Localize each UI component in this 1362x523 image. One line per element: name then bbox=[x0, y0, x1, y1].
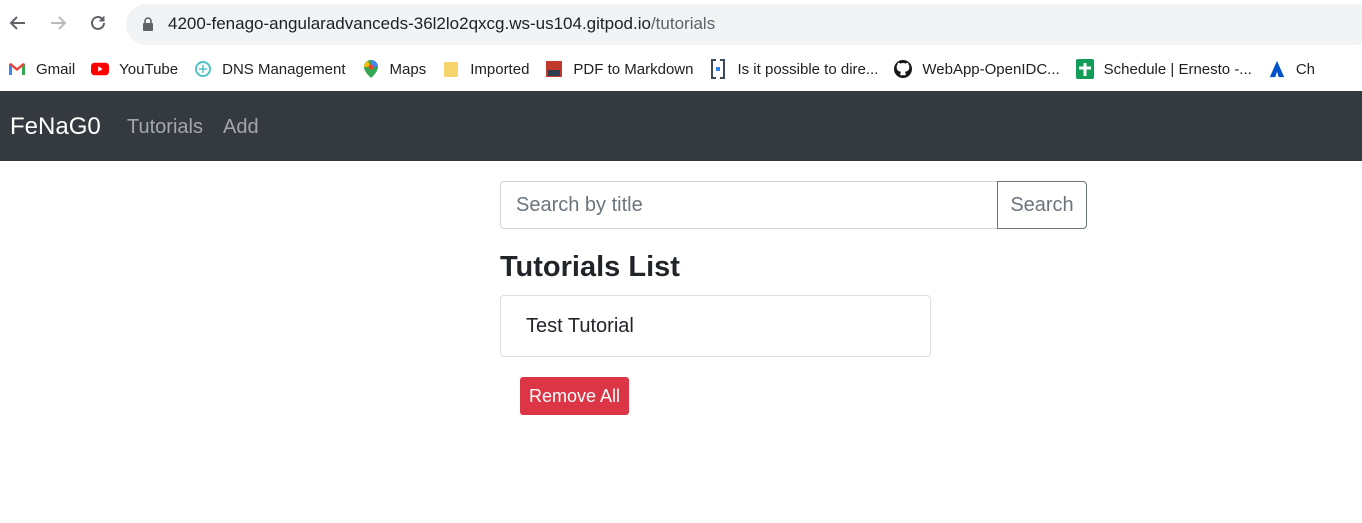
reload-icon bbox=[91, 15, 105, 30]
search-button[interactable]: Search bbox=[997, 181, 1087, 229]
youtube-icon bbox=[91, 60, 110, 78]
lock-icon bbox=[143, 17, 153, 31]
bookmark-label: Imported bbox=[470, 60, 530, 78]
arrow-left-icon bbox=[9, 16, 25, 30]
dns-icon bbox=[194, 60, 212, 78]
gmail-icon bbox=[8, 60, 26, 78]
url-text: 4200-fenago-angularadvanceds-36l2lo2qxcg… bbox=[168, 14, 715, 34]
bookmark-pdf-to-markdown[interactable]: PDF to Markdown bbox=[537, 54, 701, 84]
app-navbar: FeNaG0 Tutorials Add bbox=[0, 91, 1362, 161]
bookmark-webapp-openidc[interactable]: WebApp-OpenIDC... bbox=[886, 54, 1067, 84]
bookmark-gmail[interactable]: Gmail bbox=[0, 54, 83, 84]
bookmark-dns[interactable]: DNS Management bbox=[186, 54, 353, 84]
forward-button[interactable] bbox=[45, 10, 71, 36]
bookmark-stackoverflow-question[interactable]: Is it possible to dire... bbox=[701, 54, 886, 84]
bookmark-label: Maps bbox=[389, 60, 427, 78]
bookmark-label: YouTube bbox=[119, 60, 179, 78]
browser-toolbar: 4200-fenago-angularadvanceds-36l2lo2qxcg… bbox=[0, 0, 1362, 48]
url-host: 4200-fenago-angularadvanceds-36l2lo2qxcg… bbox=[168, 14, 651, 33]
bookmark-label: Gmail bbox=[36, 60, 76, 78]
nav-link-tutorials[interactable]: Tutorials bbox=[127, 116, 203, 139]
bookmark-imported[interactable]: Imported bbox=[434, 54, 537, 84]
bookmark-label: Is it possible to dire... bbox=[737, 60, 879, 78]
bookmark-youtube[interactable]: YouTube bbox=[83, 54, 186, 84]
list-item[interactable]: Test Tutorial bbox=[500, 295, 931, 357]
remove-all-button[interactable]: Remove All bbox=[520, 377, 629, 415]
bookmark-label: DNS Management bbox=[222, 60, 346, 78]
url-path: /tutorials bbox=[650, 14, 716, 33]
maps-icon bbox=[362, 60, 380, 78]
reload-button[interactable] bbox=[85, 10, 111, 36]
bookmarks-bar: Gmail YouTube DNS Management Maps Import… bbox=[0, 48, 1362, 90]
github-icon bbox=[894, 60, 913, 78]
bookmark-schedule[interactable]: Schedule | Ernesto -... bbox=[1068, 54, 1260, 84]
tutorials-list: Test Tutorial bbox=[500, 295, 931, 357]
sheets-icon bbox=[1075, 59, 1094, 79]
tutorials-list-title: Tutorials List bbox=[500, 251, 680, 283]
nav-link-add[interactable]: Add bbox=[223, 116, 259, 139]
atlassian-icon bbox=[1268, 60, 1286, 78]
pdf-icon bbox=[545, 60, 563, 78]
search-group: Search bbox=[500, 181, 1087, 229]
navbar-brand[interactable]: FeNaG0 bbox=[10, 113, 101, 141]
address-bar[interactable]: 4200-fenago-angularadvanceds-36l2lo2qxcg… bbox=[126, 4, 1362, 45]
bookmark-maps[interactable]: Maps bbox=[354, 54, 435, 84]
bookmark-label: PDF to Markdown bbox=[573, 60, 694, 78]
bookmark-label: WebApp-OpenIDC... bbox=[922, 60, 1060, 78]
bookmark-atlassian[interactable]: Ch bbox=[1260, 54, 1323, 84]
search-input[interactable] bbox=[500, 181, 997, 229]
folder-icon bbox=[442, 60, 460, 78]
bracket-icon bbox=[709, 59, 727, 79]
bookmark-label: Schedule | Ernesto -... bbox=[1103, 60, 1252, 78]
arrow-right-icon bbox=[51, 16, 67, 30]
back-button[interactable] bbox=[5, 10, 31, 36]
bookmark-label: Ch bbox=[1295, 60, 1315, 78]
